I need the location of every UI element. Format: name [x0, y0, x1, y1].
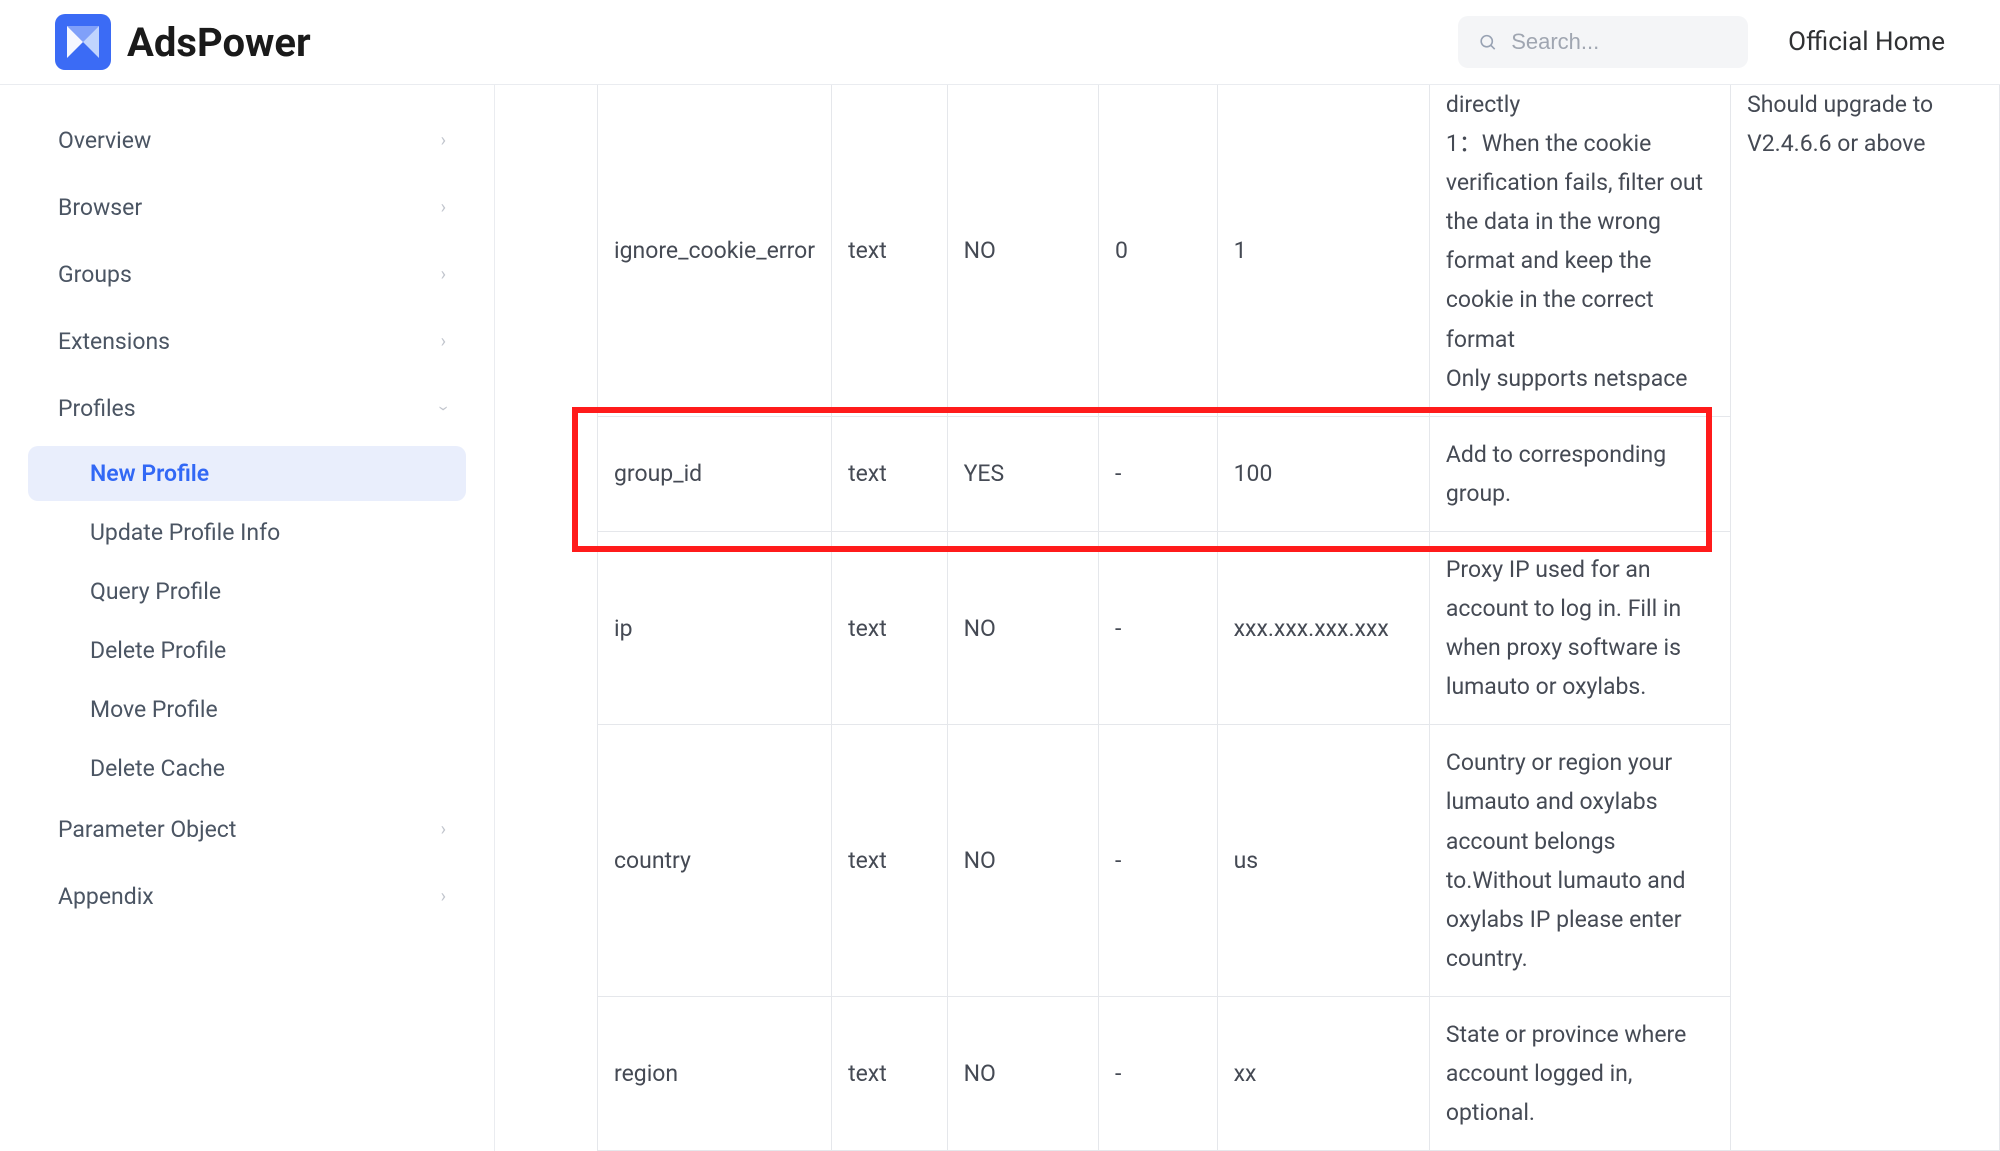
sidebar-item-label: Extensions — [58, 328, 170, 355]
cell-example: xx — [1217, 996, 1429, 1150]
cell-example: xxx.xxx.xxx.xxx — [1217, 531, 1429, 724]
cell-name: country — [598, 725, 832, 997]
sidebar-item-label: Profiles — [58, 395, 136, 422]
brand-name: AdsPower — [127, 19, 311, 66]
sidebar-item-label: Update Profile Info — [90, 519, 280, 546]
sidebar-item-label: New Profile — [90, 460, 209, 487]
sidebar-item-overview[interactable]: Overview › — [28, 111, 466, 170]
cell-example: us — [1217, 725, 1429, 997]
cell-type: text — [832, 85, 948, 416]
cell-required: NO — [947, 531, 1098, 724]
cell-default: - — [1098, 725, 1217, 997]
content: ignore_cookie_error text NO 0 1 directly… — [495, 85, 2000, 1151]
cell-default: - — [1098, 996, 1217, 1150]
cell-name: ignore_cookie_error — [598, 85, 832, 416]
search-box[interactable] — [1458, 16, 1748, 68]
cell-type: text — [832, 416, 948, 531]
sidebar-item-label: Parameter Object — [58, 816, 236, 843]
sidebar-item-label: Browser — [58, 194, 142, 221]
sidebar: Overview › Browser › Groups › Extensions… — [0, 85, 495, 1151]
cell-default: - — [1098, 416, 1217, 531]
cell-default: - — [1098, 531, 1217, 724]
header-right: Official Home — [1458, 16, 1945, 68]
cell-default: 0 — [1098, 85, 1217, 416]
sidebar-sub-delete-profile[interactable]: Delete Profile — [28, 623, 466, 678]
search-input[interactable] — [1511, 29, 1728, 55]
sidebar-sub-delete-cache[interactable]: Delete Cache — [28, 741, 466, 796]
cell-desc: Proxy IP used for an account to log in. … — [1429, 531, 1730, 724]
cell-required: NO — [947, 996, 1098, 1150]
brand[interactable]: AdsPower — [55, 14, 311, 70]
sidebar-item-groups[interactable]: Groups › — [28, 245, 466, 304]
cell-name: ip — [598, 531, 832, 724]
header: AdsPower Official Home — [0, 0, 2000, 85]
sidebar-item-label: Delete Profile — [90, 637, 226, 664]
cell-name: group_id — [598, 416, 832, 531]
chevron-right-icon: › — [441, 130, 446, 151]
sidebar-item-browser[interactable]: Browser › — [28, 178, 466, 237]
cell-required: NO — [947, 725, 1098, 997]
cell-example: 1 — [1217, 85, 1429, 416]
cell-desc: Country or region your lumauto and oxyla… — [1429, 725, 1730, 997]
sidebar-sub-update-profile-info[interactable]: Update Profile Info — [28, 505, 466, 560]
sidebar-item-label: Groups — [58, 261, 132, 288]
chevron-right-icon: › — [441, 886, 446, 907]
cell-desc: directly 1：When the cookie verification … — [1429, 85, 1730, 416]
cell-type: text — [832, 996, 948, 1150]
cell-type: text — [832, 725, 948, 997]
chevron-right-icon: › — [441, 819, 446, 840]
cell-required: NO — [947, 85, 1098, 416]
cell-name: region — [598, 996, 832, 1150]
cell-desc: State or province where account logged i… — [1429, 996, 1730, 1150]
sidebar-item-parameter-object[interactable]: Parameter Object › — [28, 800, 466, 859]
sidebar-item-label: Overview — [58, 127, 151, 154]
table-row: ignore_cookie_error text NO 0 1 directly… — [598, 85, 2000, 416]
sidebar-item-appendix[interactable]: Appendix › — [28, 867, 466, 926]
sidebar-sub-move-profile[interactable]: Move Profile — [28, 682, 466, 737]
parameters-table: ignore_cookie_error text NO 0 1 directly… — [597, 85, 2000, 1151]
sidebar-sub-query-profile[interactable]: Query Profile — [28, 564, 466, 619]
sidebar-item-label: Appendix — [58, 883, 154, 910]
cell-desc: Add to corresponding group. — [1429, 416, 1730, 531]
chevron-right-icon: › — [441, 197, 446, 218]
cell-example: 100 — [1217, 416, 1429, 531]
logo-icon — [55, 14, 111, 70]
official-home-link[interactable]: Official Home — [1788, 27, 1945, 57]
cell-note: Should upgrade to V2.4.6.6 or above — [1731, 85, 2000, 1151]
chevron-right-icon: › — [441, 331, 446, 352]
cell-type: text — [832, 531, 948, 724]
chevron-right-icon: › — [441, 264, 446, 285]
chevron-down-icon: › — [433, 406, 454, 411]
sidebar-sub-new-profile[interactable]: New Profile — [28, 446, 466, 501]
sidebar-item-label: Move Profile — [90, 696, 218, 723]
sidebar-item-profiles[interactable]: Profiles › — [28, 379, 466, 438]
cell-required: YES — [947, 416, 1098, 531]
sidebar-item-extensions[interactable]: Extensions › — [28, 312, 466, 371]
sidebar-item-label: Query Profile — [90, 578, 221, 605]
sidebar-item-label: Delete Cache — [90, 755, 225, 782]
search-icon — [1478, 31, 1497, 53]
